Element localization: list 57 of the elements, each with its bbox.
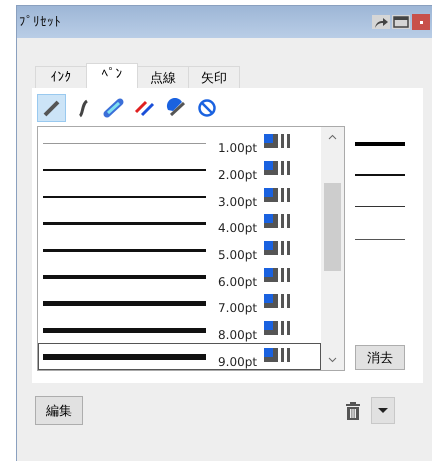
color-icon[interactable]	[264, 321, 278, 336]
color-icon[interactable]	[264, 161, 278, 175]
pause-icon[interactable]	[281, 161, 290, 175]
pause-icon[interactable]	[281, 241, 290, 256]
preset-row[interactable]: 8.00pt	[38, 316, 321, 344]
color-icon[interactable]	[264, 294, 278, 308]
width-label: 1.00pt	[217, 140, 258, 156]
color-icon[interactable]	[264, 214, 278, 228]
pause-icon[interactable]	[281, 321, 290, 336]
tab[interactable]: ﾍﾟﾝ	[86, 63, 138, 88]
edit-button[interactable]: 編集	[35, 396, 83, 425]
preset-row[interactable]: 6.00pt	[38, 263, 321, 290]
pen-icon	[42, 98, 62, 118]
pause-icon[interactable]	[281, 348, 290, 362]
preset-row[interactable]: 1.00pt	[38, 130, 321, 157]
double-line-icon	[134, 98, 156, 118]
trash-icon[interactable]	[345, 400, 361, 420]
tab[interactable]: 矢印	[188, 66, 240, 88]
share-arrow-icon[interactable]	[372, 15, 390, 29]
caret-icon	[378, 408, 388, 414]
width-label: 3.00pt	[217, 194, 258, 209]
preset-row[interactable]: 2.00pt	[38, 156, 321, 184]
color-icon[interactable]	[264, 241, 278, 256]
width-label: 6.00pt	[217, 274, 258, 289]
prohibited-icon	[196, 98, 216, 118]
pause-icon[interactable]	[281, 188, 290, 202]
curve-icon	[76, 98, 88, 118]
pause-icon[interactable]	[281, 214, 290, 228]
preset-row[interactable]: 3.00pt	[38, 183, 321, 210]
close-button[interactable]	[412, 14, 430, 30]
window-icon[interactable]	[392, 15, 410, 29]
pen-type-button[interactable]	[37, 94, 66, 122]
brush-icon	[164, 98, 186, 118]
pause-icon[interactable]	[281, 268, 290, 282]
highlighter-icon	[102, 98, 124, 118]
color-icon[interactable]	[264, 134, 278, 148]
color-icon[interactable]	[264, 188, 278, 202]
preset-row[interactable]: 9.00pt	[38, 343, 321, 370]
preset-row[interactable]: 5.00pt	[38, 236, 321, 264]
width-label: 4.00pt	[217, 220, 258, 236]
color-icon[interactable]	[264, 268, 278, 282]
width-label: 8.00pt	[217, 327, 258, 342]
color-icon[interactable]	[264, 348, 278, 362]
preset-row[interactable]: 7.00pt	[38, 290, 321, 317]
scrollbar[interactable]	[321, 127, 344, 370]
width-label: 7.00pt	[217, 300, 258, 316]
width-label: 5.00pt	[217, 247, 258, 262]
preset-row[interactable]: 4.00pt	[38, 210, 321, 237]
tab[interactable]: ｲﾝｸ	[35, 66, 87, 88]
window-title: ﾌﾟﾘｾｯﾄ	[19, 14, 62, 30]
width-label: 2.00pt	[217, 167, 258, 182]
dropdown-button[interactable]	[371, 397, 395, 424]
clear-button[interactable]: 消去	[355, 345, 405, 370]
pause-icon[interactable]	[281, 294, 290, 308]
scroll-thumb[interactable]	[324, 183, 341, 271]
width-label: 9.00pt	[217, 354, 258, 369]
pause-icon[interactable]	[281, 134, 290, 148]
